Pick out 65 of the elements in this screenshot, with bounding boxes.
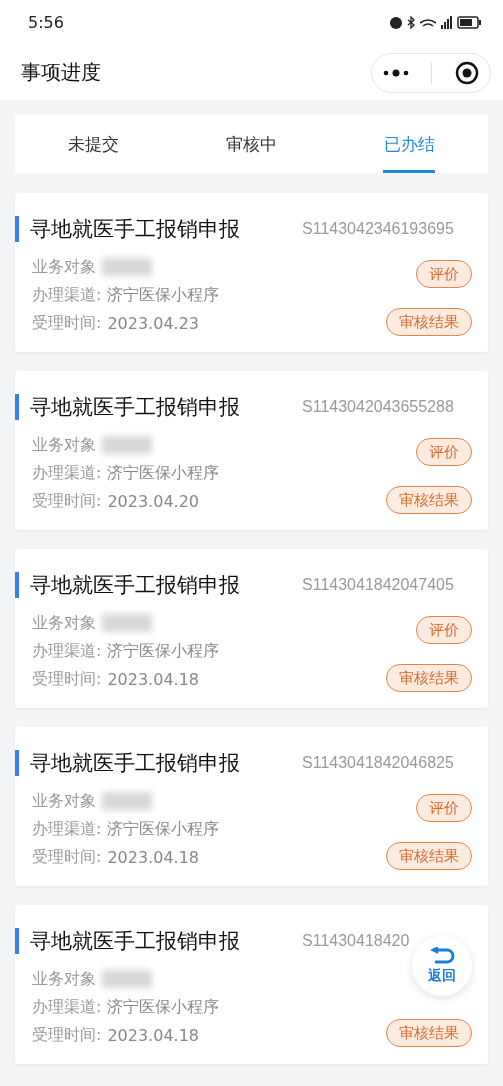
review-result-button[interactable]: 审核结果	[386, 1019, 472, 1047]
field-value: 2023.04.23	[107, 313, 199, 333]
field-label: 办理渠道:	[32, 284, 102, 306]
field-label: 业务对象	[32, 968, 96, 990]
rate-button[interactable]: 评价	[416, 616, 472, 644]
record-title: 寻地就医手工报销申报	[30, 750, 240, 777]
redacted-value	[102, 614, 152, 632]
record-card[interactable]: 寻地就医手工报销申报 S1143041842046825 业务对象 办理渠道: 济宁医保小程序 受理时间: 2023.04.18 评价 审核结果	[15, 727, 488, 886]
return-arrow-icon	[429, 947, 455, 967]
review-result-button[interactable]: 审核结果	[386, 308, 472, 336]
review-result-button[interactable]: 审核结果	[386, 842, 472, 870]
field-label: 办理渠道:	[32, 996, 102, 1018]
status-tab[interactable]: 审核中	[172, 115, 331, 173]
page-title: 事项进度	[21, 59, 101, 86]
field-label: 办理渠道:	[32, 640, 102, 662]
field-value: 2023.04.18	[107, 669, 199, 689]
status-tab[interactable]: 已办结	[330, 115, 488, 173]
more-icon[interactable]	[383, 68, 410, 77]
field-label: 受理时间:	[32, 846, 102, 868]
redacted-value	[102, 970, 152, 988]
field-label: 业务对象	[32, 790, 96, 812]
field-label: 业务对象	[32, 256, 96, 278]
review-result-button[interactable]: 审核结果	[386, 486, 472, 514]
rate-button[interactable]: 评价	[416, 438, 472, 466]
record-number: S1143041842046825	[302, 754, 455, 772]
field-value: 2023.04.18	[107, 1025, 199, 1045]
rate-button[interactable]: 评价	[416, 794, 472, 822]
record-card[interactable]: 寻地就医手工报销申报 S1143042346193695 业务对象 办理渠道: 济宁医保小程序 受理时间: 2023.04.23 评价 审核结果	[15, 193, 488, 352]
record-title: 寻地就医手工报销申报	[30, 928, 240, 955]
field-label: 办理渠道:	[32, 818, 102, 840]
field-label: 受理时间:	[32, 668, 102, 690]
record-number: S1143041842047405	[302, 576, 455, 594]
field-value: 济宁医保小程序	[107, 818, 220, 840]
field-label: 业务对象	[32, 612, 96, 634]
wifi-icon	[420, 18, 436, 27]
review-result-button[interactable]: 审核结果	[386, 664, 472, 692]
redacted-value	[102, 436, 152, 454]
redacted-value	[102, 792, 152, 810]
field-value: 济宁医保小程序	[107, 640, 220, 662]
redacted-value	[102, 258, 152, 276]
record-number: S1143042346193695	[302, 220, 455, 238]
battery-icon	[457, 16, 481, 29]
record-number: S1143042043655288	[302, 398, 455, 416]
record-card[interactable]: 寻地就医手工报销申报 S1143042043655288 业务对象 办理渠道: 济宁医保小程序 受理时间: 2023.04.20 评价 审核结果	[15, 371, 488, 530]
field-label: 受理时间:	[32, 490, 102, 512]
field-value: 济宁医保小程序	[107, 284, 220, 306]
field-label: 受理时间:	[32, 1024, 102, 1046]
status-tab[interactable]: 未提交	[15, 115, 173, 173]
field-value: 济宁医保小程序	[107, 462, 220, 484]
field-value: 2023.04.18	[107, 847, 199, 867]
field-value: 济宁医保小程序	[107, 996, 220, 1018]
signal-icon	[441, 16, 452, 29]
record-title: 寻地就医手工报销申报	[30, 394, 240, 421]
field-value: 2023.04.20	[107, 491, 199, 511]
status-time: 5:56	[28, 13, 64, 32]
rate-button[interactable]: 评价	[416, 260, 472, 288]
record-number: S11430418420	[302, 932, 411, 950]
record-title: 寻地就医手工报销申报	[30, 572, 240, 599]
record-card[interactable]: 寻地就医手工报销申报 S1143041842047405 业务对象 办理渠道: 济宁医保小程序 受理时间: 2023.04.18 评价 审核结果	[15, 549, 488, 708]
field-label: 业务对象	[32, 434, 96, 456]
record-title: 寻地就医手工报销申报	[30, 216, 240, 243]
bluetooth-icon	[407, 15, 415, 30]
field-label: 办理渠道:	[32, 462, 102, 484]
close-icon[interactable]	[454, 60, 479, 85]
field-label: 受理时间:	[32, 312, 102, 334]
